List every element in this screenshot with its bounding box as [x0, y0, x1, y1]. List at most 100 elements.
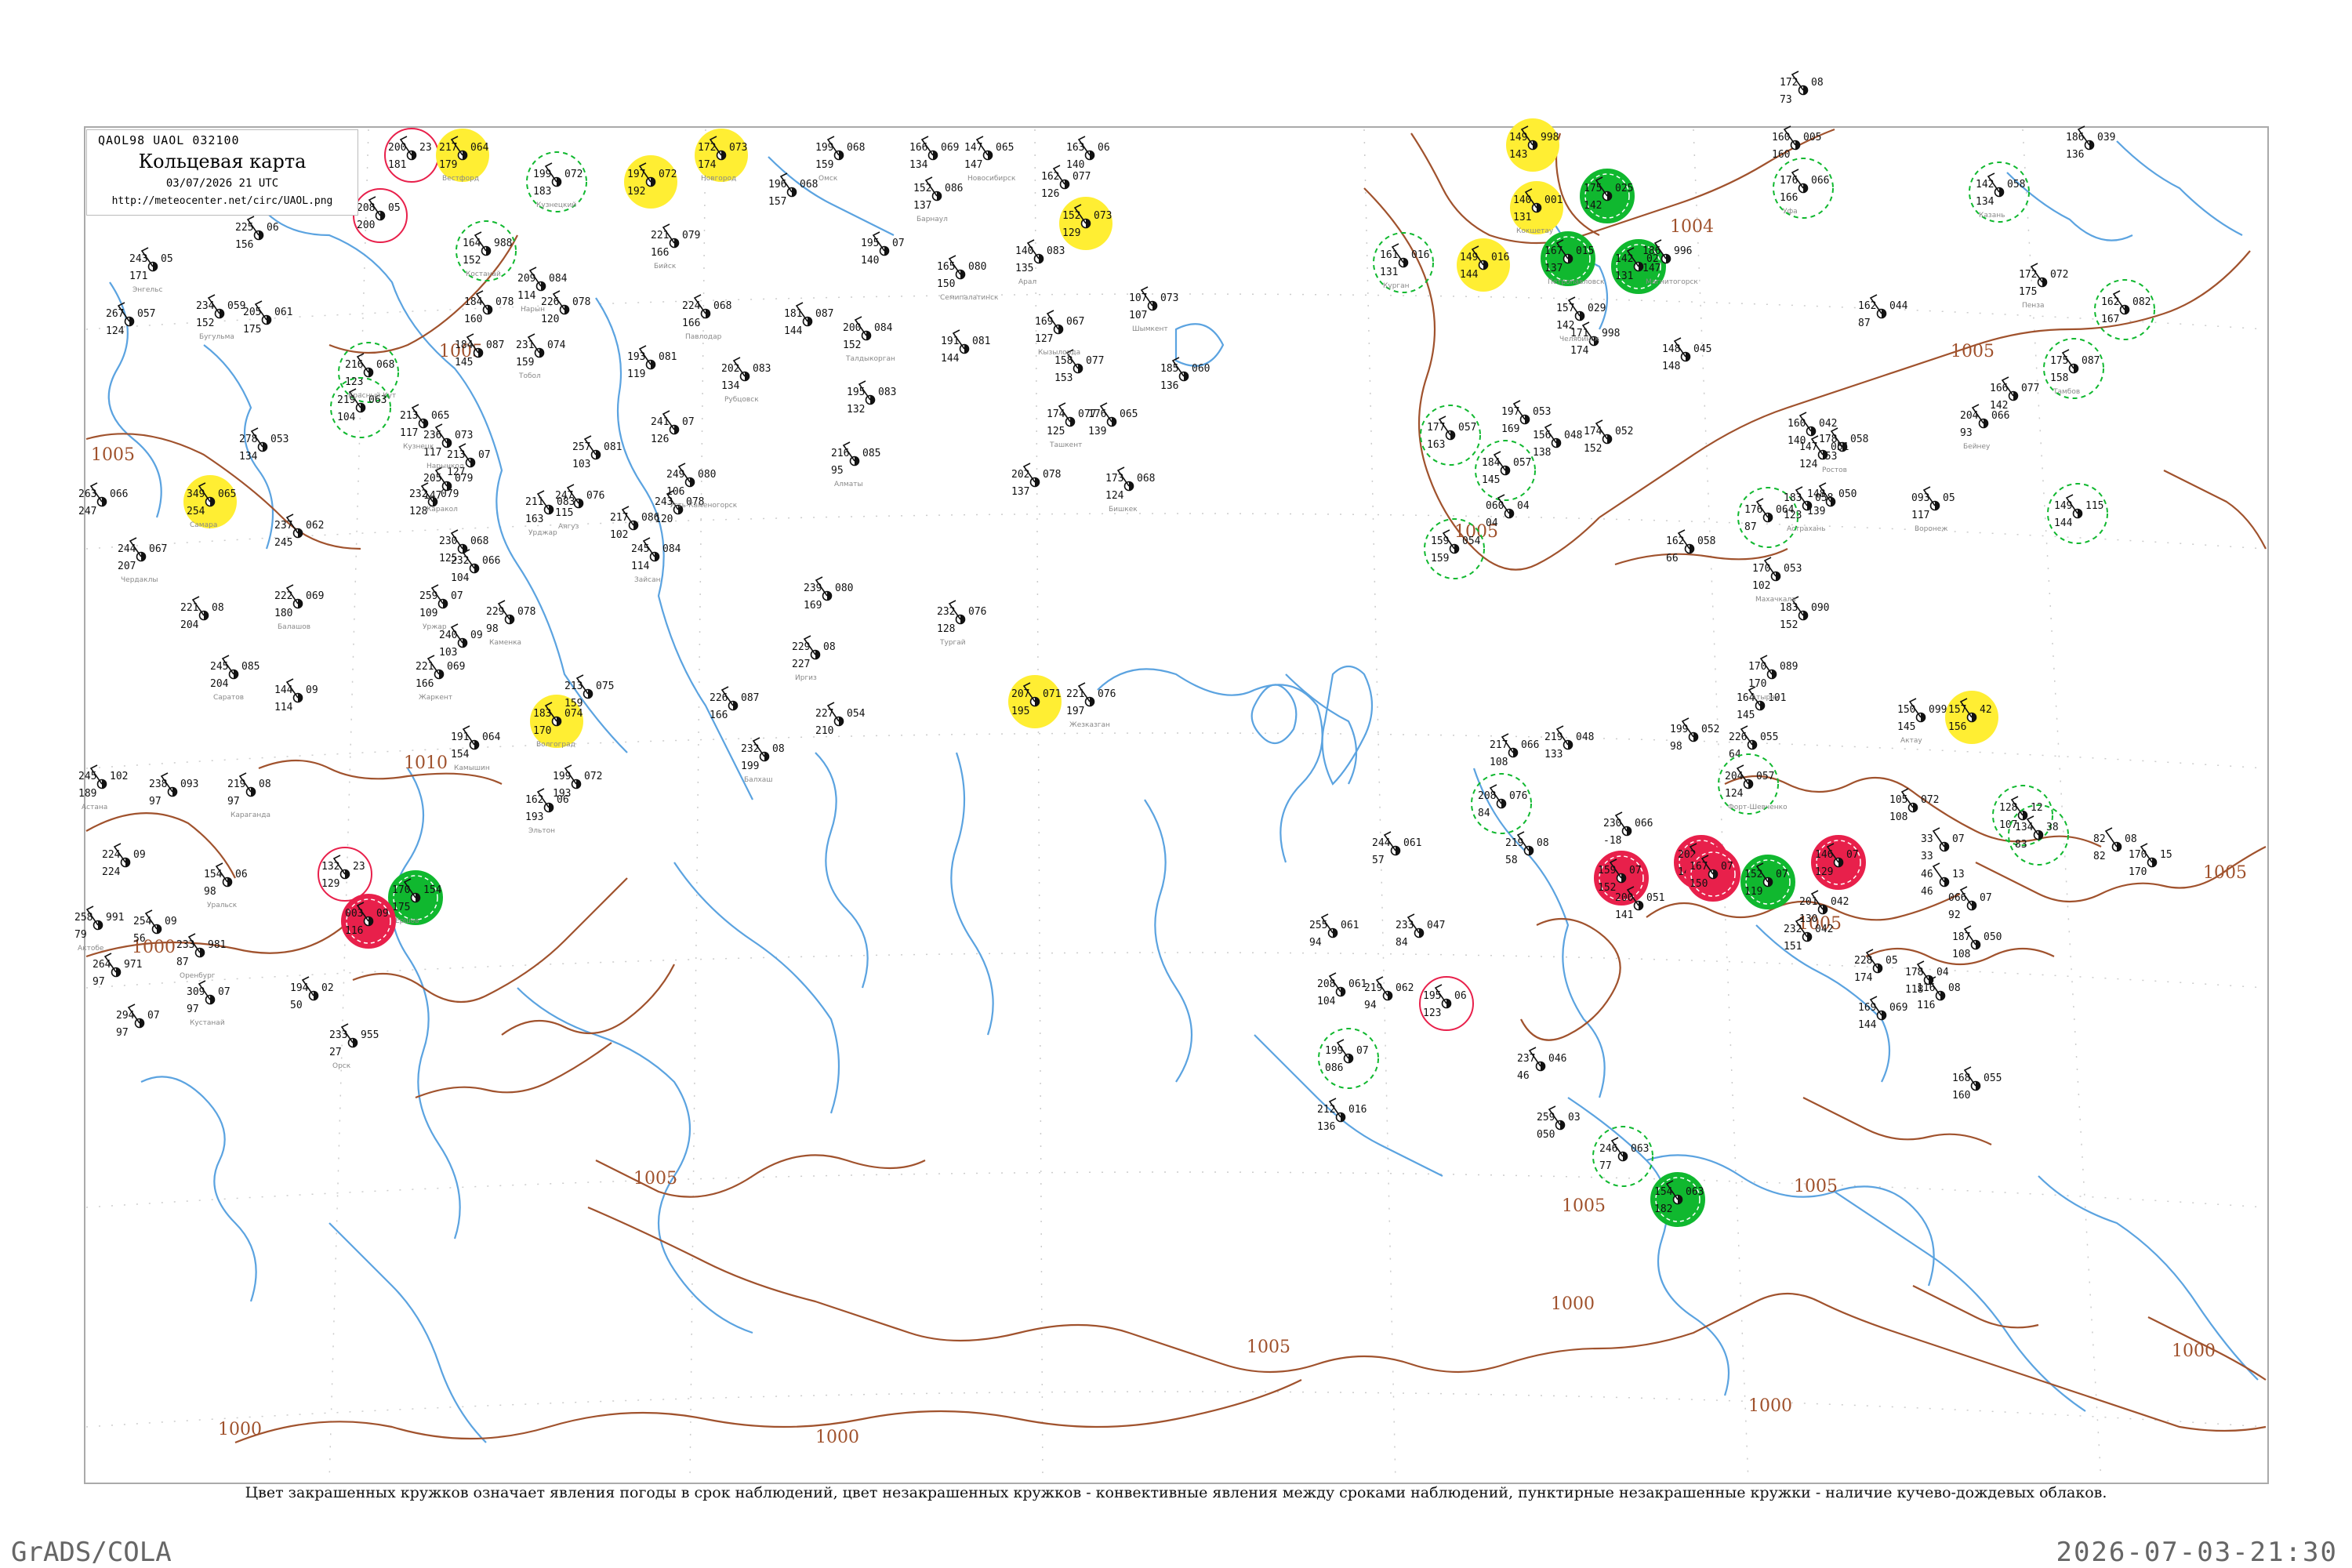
station-pressure: 116 [1917, 982, 1935, 994]
software-credit: GrADS/COLA [11, 1537, 172, 1568]
station-name: Кокшетау [1516, 227, 1554, 235]
station-name: Кызылорда [1038, 349, 1080, 357]
render-timestamp: 2026-07-03-21:30 [2056, 1537, 2338, 1568]
station-name: Кузнецкий [536, 201, 576, 209]
station-temperature: 166 [651, 247, 669, 259]
isobar-label: 1005 [2203, 863, 2247, 883]
station-name: Самара [190, 521, 217, 529]
title-block: QAOL98 UAOL 032100 Кольцевая карта 03/07… [86, 129, 358, 216]
station-name: Тамбов [2053, 388, 2080, 396]
station-pressure: 174 [1584, 426, 1602, 437]
station-tendency: 077 [2021, 383, 2039, 394]
station-plot: 217 179 064 [436, 129, 489, 182]
station-pressure: 200 [388, 142, 406, 154]
station-tendency: 065 [1120, 408, 1138, 420]
station-pressure: 156 [1533, 430, 1551, 441]
map-source-url[interactable]: http://meteocenter.net/circ/UAOL.png [87, 195, 358, 207]
station-tendency: 099 [1929, 704, 1947, 716]
station-tendency: 08 [823, 641, 836, 653]
isobar-label: 1010 [404, 753, 448, 773]
station-temperature: 166 [416, 678, 434, 690]
station-name: Ростов [1822, 466, 1847, 474]
station-pressure: 093 [1911, 492, 1929, 504]
station-tendency: 065 [996, 142, 1014, 154]
station-pressure: 197 [1501, 406, 1519, 418]
station-name: Бишкек [1109, 506, 1138, 514]
station-temperature: 167 [2101, 314, 2119, 325]
station-temperature: 134 [909, 159, 928, 171]
station-tendency: 066 [1991, 410, 2009, 422]
station-name: Курган [1383, 282, 1410, 290]
station-temperature: 163 [525, 514, 543, 525]
isobar-label: 1005 [1247, 1338, 1290, 1357]
station-temperature: 152 [463, 255, 481, 267]
station-temperature: 152 [1780, 619, 1798, 631]
station-tendency: 075 [596, 681, 614, 692]
station-temperature: 126 [651, 434, 669, 445]
station-pressure: 46 [1921, 869, 1933, 880]
station-temperature: 195 [1011, 706, 1029, 717]
station-tendency: 072 [659, 169, 677, 180]
station-tendency: 073 [455, 430, 473, 441]
station-temperature: 127 [1035, 333, 1053, 345]
station-tendency: 068 [376, 359, 394, 371]
station-pressure: 132 [321, 861, 339, 873]
station-name: Урджар [528, 529, 557, 537]
station-tendency: 115 [2085, 500, 2103, 512]
station-tendency: 42 [1980, 704, 1992, 716]
station-temperature: 56 [133, 933, 146, 945]
station-name: Вестфорд [442, 175, 479, 183]
station-pressure: 195 [861, 238, 879, 249]
station-pressure: 200 [1615, 892, 1633, 904]
station-pressure: 204 [1725, 771, 1744, 782]
station-name: Семипалатинск [940, 294, 999, 302]
station-temperature: 73 [1780, 94, 1792, 106]
station-tendency: 058 [1697, 535, 1715, 547]
station-pressure: 170 [1752, 563, 1770, 575]
station-pressure: 159 [1431, 535, 1449, 547]
station-tendency: 996 [1674, 245, 1692, 257]
station-tendency: 05 [1943, 492, 1955, 504]
station-temperature: 169 [804, 600, 822, 612]
station-pressure: 247 [555, 490, 573, 502]
station-tendency: 07 [1846, 849, 1859, 861]
station-temperature: 150 [1690, 878, 1708, 890]
station-temperature: 129 [1815, 866, 1833, 878]
station-temperature: 169 [1501, 423, 1519, 435]
station-name: Ташкент [1049, 441, 1082, 449]
station-pressure: 244 [118, 543, 136, 555]
legend-caption: Цвет закрашенных кружков означает явлени… [245, 1484, 2107, 1501]
station-temperature: 139 [1088, 426, 1106, 437]
station-tendency: 042 [1815, 924, 1833, 935]
station-name: Астана [82, 804, 107, 811]
station-tendency: 073 [1160, 292, 1178, 304]
station-name: Омск [818, 175, 838, 183]
station-temperature: 142 [1584, 200, 1602, 212]
station-tendency: 064 [482, 731, 501, 743]
station-temperature: 79 [74, 929, 87, 941]
station-tendency: 072 [1921, 794, 1939, 806]
station-tendency: 046 [1548, 1053, 1566, 1065]
station-pressure: 226 [710, 692, 728, 704]
station-temperature: 145 [455, 357, 473, 368]
station-temperature: 87 [176, 956, 189, 968]
station-pressure: 172 [2019, 269, 2037, 281]
station-temperature: 131 [1615, 270, 1633, 282]
station-tendency: 08 [1811, 77, 1824, 89]
station-temperature: 193 [525, 811, 543, 823]
station-pressure: 168 [1952, 1073, 1970, 1084]
station-tendency: 998 [1602, 328, 1620, 339]
station-name: Шымкент [1132, 325, 1168, 333]
station-pressure: 216 [345, 359, 363, 371]
isobar-label: 1000 [815, 1428, 859, 1447]
station-temperature: 204 [180, 619, 199, 631]
station-pressure: 191 [451, 731, 469, 743]
station-tendency: 09 [306, 684, 318, 696]
station-name: Алматы [834, 481, 863, 488]
station-tendency: 981 [208, 939, 226, 951]
station-temperature: 144 [2054, 517, 2073, 529]
station-pressure: 233 [329, 1029, 347, 1041]
station-plot: 207 195 071 [1008, 675, 1062, 728]
station-pressure: 199 [533, 169, 551, 180]
station-temperature: 144 [941, 353, 960, 365]
